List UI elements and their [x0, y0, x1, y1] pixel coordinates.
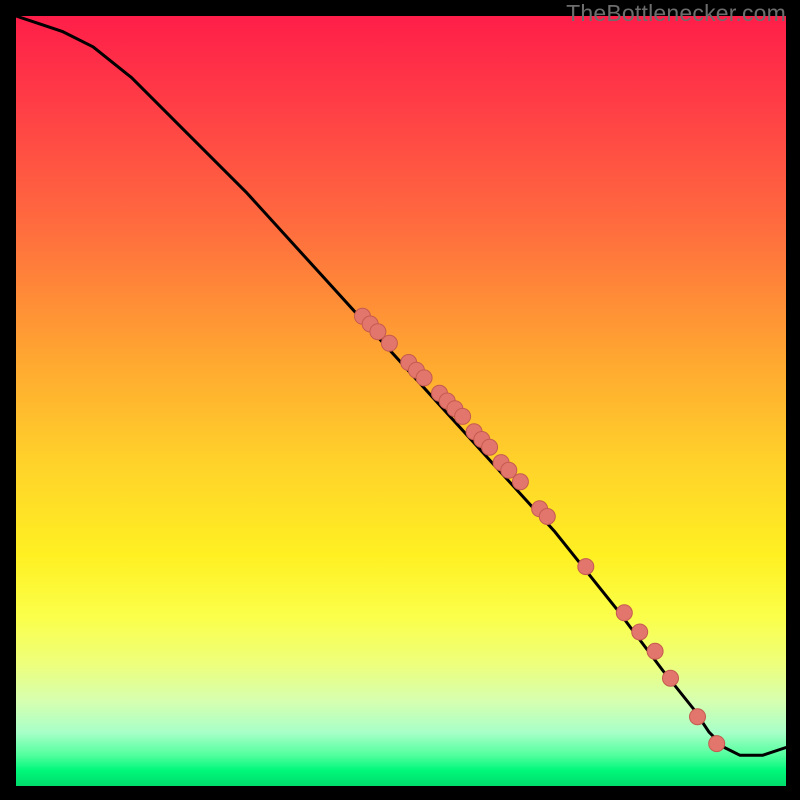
data-point [578, 559, 594, 575]
data-point [482, 439, 498, 455]
chart-frame: TheBottlenecker.com [0, 0, 800, 800]
data-point [632, 624, 648, 640]
data-point [663, 670, 679, 686]
data-points [355, 308, 725, 751]
curve-path [16, 16, 786, 755]
data-point [455, 408, 471, 424]
data-point [512, 474, 528, 490]
chart-overlay [0, 0, 800, 800]
data-point [690, 709, 706, 725]
data-point [709, 736, 725, 752]
curve-line [16, 16, 786, 755]
data-point [647, 643, 663, 659]
data-point [539, 509, 555, 525]
data-point [416, 370, 432, 386]
data-point [381, 335, 397, 351]
data-point [616, 605, 632, 621]
watermark-label: TheBottlenecker.com [566, 0, 786, 27]
